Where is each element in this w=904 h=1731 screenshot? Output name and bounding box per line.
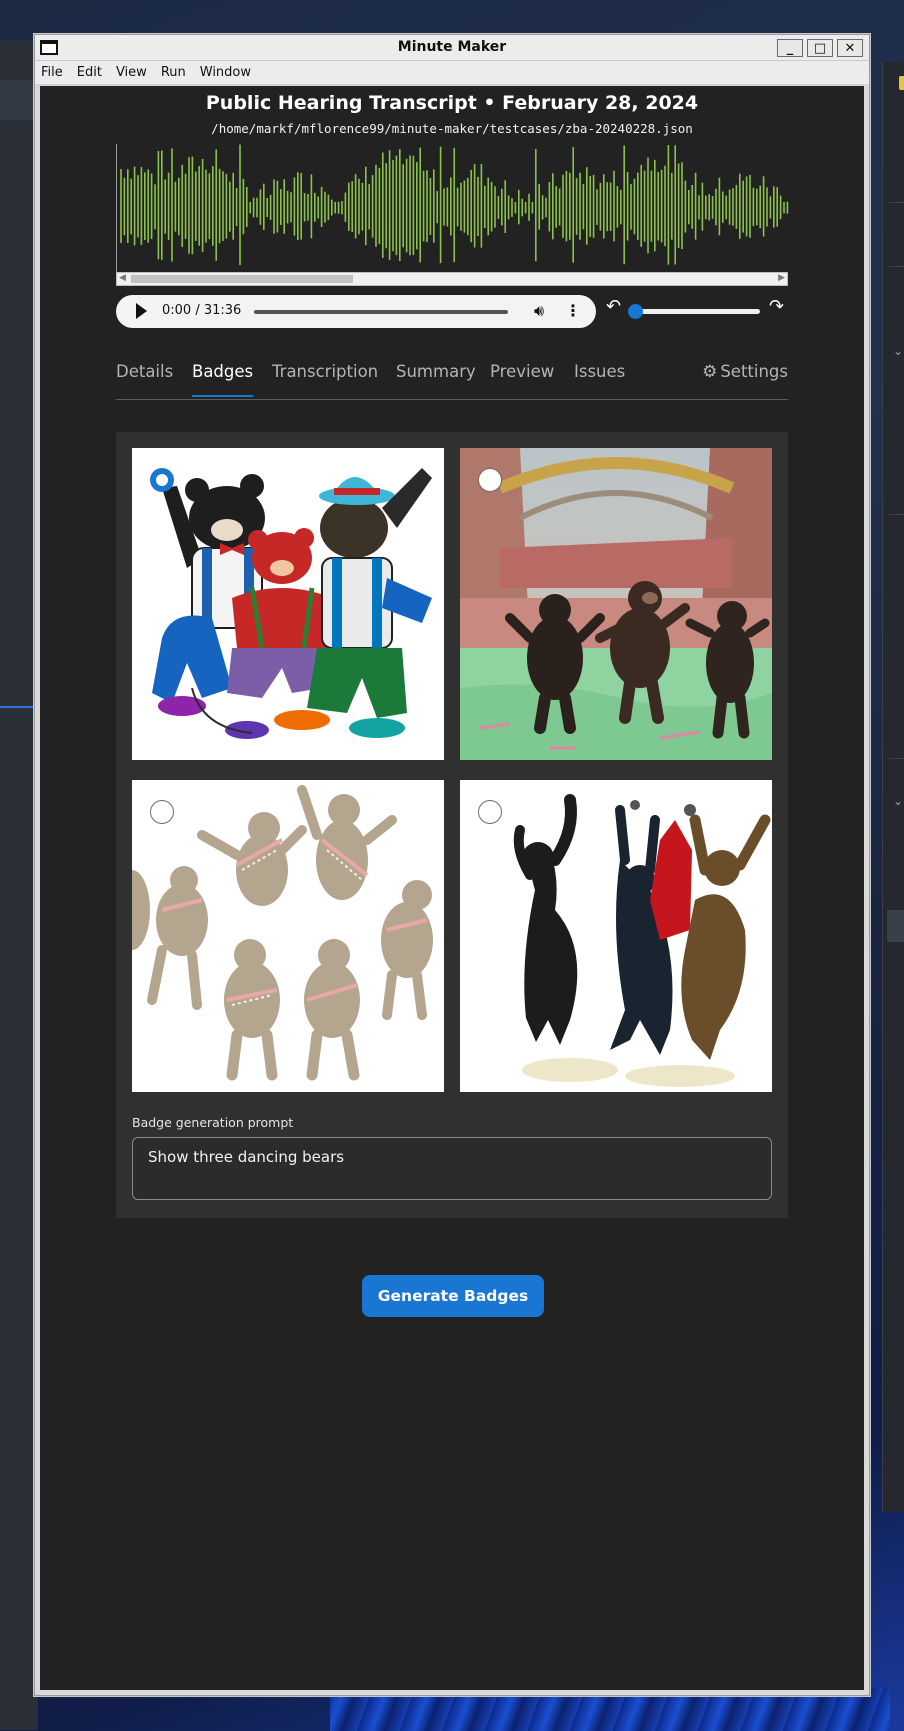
waveform-graphic	[120, 144, 789, 266]
dark-bears-image	[460, 780, 772, 1092]
background-window-left	[0, 40, 38, 1730]
gear-icon: ⚙	[702, 362, 718, 382]
badge-image-1[interactable]	[132, 448, 444, 760]
beige-bears-image	[132, 780, 444, 1092]
volume-icon[interactable]: 🔊︎	[534, 301, 544, 321]
rewind-icon[interactable]: ↶	[606, 296, 621, 317]
badge-panel: Badge generation prompt Show three danci…	[116, 432, 788, 1218]
audio-waveform[interactable]	[116, 144, 789, 272]
tab-details[interactable]: Details	[116, 362, 173, 395]
tab-settings[interactable]: ⚙ Settings	[702, 362, 788, 382]
badge-image-3[interactable]	[132, 780, 444, 1092]
playback-time: 0:00 / 31:36	[162, 303, 242, 318]
playback-progress-bar[interactable]	[254, 310, 508, 314]
settings-label: Settings	[720, 362, 788, 381]
main-content: Public Hearing Transcript • February 28,…	[40, 86, 864, 1690]
badge-prompt-value: Show three dancing bears	[148, 1148, 345, 1166]
bears-in-ruins-image	[460, 448, 772, 760]
badge-radio-2[interactable]	[478, 468, 502, 492]
tab-issues[interactable]: Issues	[574, 362, 625, 395]
play-icon[interactable]	[136, 303, 147, 319]
tab-preview[interactable]: Preview	[490, 362, 554, 395]
tab-badges[interactable]: Badges	[192, 362, 254, 397]
more-options-icon[interactable]: ⋮	[565, 301, 581, 320]
badge-radio-1[interactable]	[150, 468, 174, 492]
menu-file[interactable]: File	[41, 65, 63, 80]
audio-player: 0:00 / 31:36 🔊︎ ⋮	[116, 295, 596, 328]
document-title: Public Hearing Transcript • February 28,…	[205, 92, 699, 114]
menu-run[interactable]: Run	[161, 65, 186, 80]
document-path: /home/markf/mflorence99/minute-maker/tes…	[211, 121, 693, 136]
tab-bar: Details Badges Transcription Summary Pre…	[116, 354, 788, 400]
tab-summary[interactable]: Summary	[396, 362, 476, 395]
generate-badges-button[interactable]: Generate Badges	[362, 1275, 544, 1317]
close-button[interactable]: ✕	[837, 39, 863, 57]
menu-edit[interactable]: Edit	[77, 65, 102, 80]
prompt-label: Badge generation prompt	[132, 1115, 294, 1130]
badge-prompt-input[interactable]: Show three dancing bears	[132, 1137, 772, 1200]
menu-window[interactable]: Window	[200, 65, 251, 80]
app-window: Minute Maker _ □ ✕ File Edit View Run Wi…	[34, 34, 870, 1696]
minimize-button[interactable]: _	[777, 39, 803, 57]
tab-transcription[interactable]: Transcription	[272, 362, 378, 395]
window-title: Minute Maker	[397, 39, 507, 55]
waveform-scrollbar[interactable]: ◀ ▶	[116, 272, 788, 286]
badge-image-2[interactable]	[460, 448, 772, 760]
menu-view[interactable]: View	[116, 65, 147, 80]
scroll-left-icon[interactable]: ◀	[119, 273, 126, 283]
badge-radio-3[interactable]	[150, 800, 174, 824]
background-window-right: ⌄ ⌄	[882, 62, 904, 1512]
maximize-button[interactable]: □	[807, 39, 833, 57]
playback-speed-thumb[interactable]	[628, 304, 643, 319]
badge-radio-4[interactable]	[478, 800, 502, 824]
scrollbar-thumb[interactable]	[131, 275, 353, 283]
playback-speed-slider[interactable]	[636, 309, 760, 314]
badge-image-4[interactable]	[460, 780, 772, 1092]
title-bar: Minute Maker _ □ ✕	[35, 35, 869, 61]
scroll-right-icon[interactable]: ▶	[778, 273, 785, 283]
cartoon-bears-image	[132, 448, 444, 760]
menu-bar: File Edit View Run Window	[35, 61, 869, 85]
forward-icon[interactable]: ↷	[769, 296, 784, 317]
